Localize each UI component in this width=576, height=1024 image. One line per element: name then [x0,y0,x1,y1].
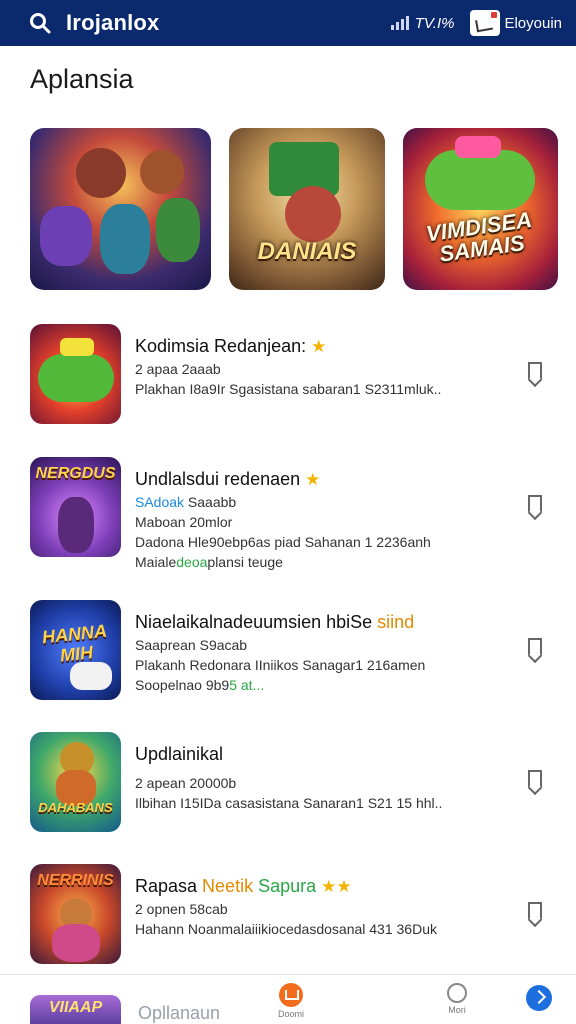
account-name[interactable]: Eloyouin [504,15,562,32]
app-title: Undlalsdui redenaen [135,469,301,489]
featured-title: VIMDISEA SAMAIS [424,206,534,267]
app-meta: 2 apaa 2aaab [135,361,221,377]
app-thumbnail: NERGDUS [30,457,121,557]
list-item[interactable]: NERRINIS Rapasa Neetik Sapura ★★ 2 opnen… [30,862,550,966]
thumbnail-title: DAHABANS [38,800,113,815]
nav-profile-label: Mori [448,1005,466,1015]
app-title: Kodimsia Redanjean: [135,336,307,356]
thumbnail-title: VIIAAP [48,999,103,1016]
nav-explore[interactable] [514,985,564,1011]
star-icon: ★ [311,337,327,356]
thumbnail-title: NERRINIS [37,872,114,889]
list-item[interactable]: NERGDUS Undlalsdui redenaen ★ SAdoak Saa… [30,455,550,570]
nav-home-label: Doomi [277,1009,304,1019]
app-meta: 2 opnen 58cab [135,901,228,917]
bookmark-icon[interactable] [528,495,542,513]
app-description: Plakhan I8a9Ir Sgasistana sabaran1 S2311… [135,381,442,397]
arrow-icon [526,985,552,1011]
app-tagline: Maialedeoaplansi teuge [135,554,283,570]
app-thumbnail: HANNA MIH [30,600,121,700]
app-thumbnail[interactable]: VIIAAP [30,995,121,1024]
bookmark-icon[interactable] [528,902,542,920]
list-item[interactable]: HANNA MIH Niaelaikalnadeuumsien hbiSe si… [30,598,550,702]
app-title: Updlainikal [135,744,224,764]
app-meta: 2 apean 20000b [135,775,237,791]
app-meta: Saaprean S9acab [135,637,248,653]
featured-carousel: DANIAIS VIMDISEA SAMAIS [30,128,576,290]
thumbnail-title: NERGDUS [35,465,116,482]
app-meta: Maboan 20mlor [135,514,233,530]
featured-title: DANIAIS [257,238,357,265]
bookmark-icon[interactable] [528,638,542,656]
bottom-navigation: VIIAAP Opllanaun Doomi Mori [0,974,576,1024]
app-description: Plakanh Redonara IIniikos Sanagar1 216am… [135,657,426,673]
featured-card[interactable]: VIMDISEA SAMAIS [403,128,558,290]
star-icon: ★ [305,470,321,489]
signal-icon [390,16,409,30]
top-app-bar: Irojanlox TV.I% Eloyouin [0,0,576,46]
app-title: Rapasa Neetik Sapura ★★ [135,876,352,896]
section-label: Opllanaun [138,1003,221,1023]
app-meta: SAdoak Saaabb [135,494,237,510]
star-icon: ★★ [321,877,352,896]
nav-home[interactable]: Doomi [266,983,316,1019]
app-thumbnail [30,324,121,424]
app-thumbnail: DAHABANS [30,732,121,832]
app-description: Ilbihan I15IDa casasistana Sanaran1 S21 … [135,795,443,811]
bookmark-icon[interactable] [528,362,542,380]
list-item[interactable]: DAHABANS Updlainikal 2 apean 20000b Ilbi… [30,730,550,834]
featured-card[interactable] [30,128,211,290]
battery-status: TV.I% [414,14,455,32]
calendar-check-icon[interactable] [470,10,501,36]
app-description: Dadona Hle90ebp6as piad Sahanan 1 2236an… [135,534,431,550]
search-icon[interactable] [28,11,52,35]
featured-card[interactable]: DANIAIS [229,128,385,290]
thumbnail-title: HANNA MIH [41,620,108,666]
app-description: Hahann Noanmalaiiikiocedasdosanal 431 36… [135,921,437,937]
page-title: Aplansia [30,64,134,94]
app-thumbnail: NERRINIS [30,864,121,964]
app-title: Niaelaikalnadeuumsien hbiSe siind [135,612,415,632]
home-icon [279,983,303,1007]
list-item[interactable]: Kodimsia Redanjean: ★ 2 apaa 2aaab Plakh… [30,322,550,426]
nav-profile[interactable]: Mori [432,983,482,1015]
profile-icon [447,983,467,1003]
app-tagline: Soopelnao 9b95 at... [135,677,265,693]
bookmark-icon[interactable] [528,770,542,788]
app-brand: Irojanlox [66,10,160,35]
